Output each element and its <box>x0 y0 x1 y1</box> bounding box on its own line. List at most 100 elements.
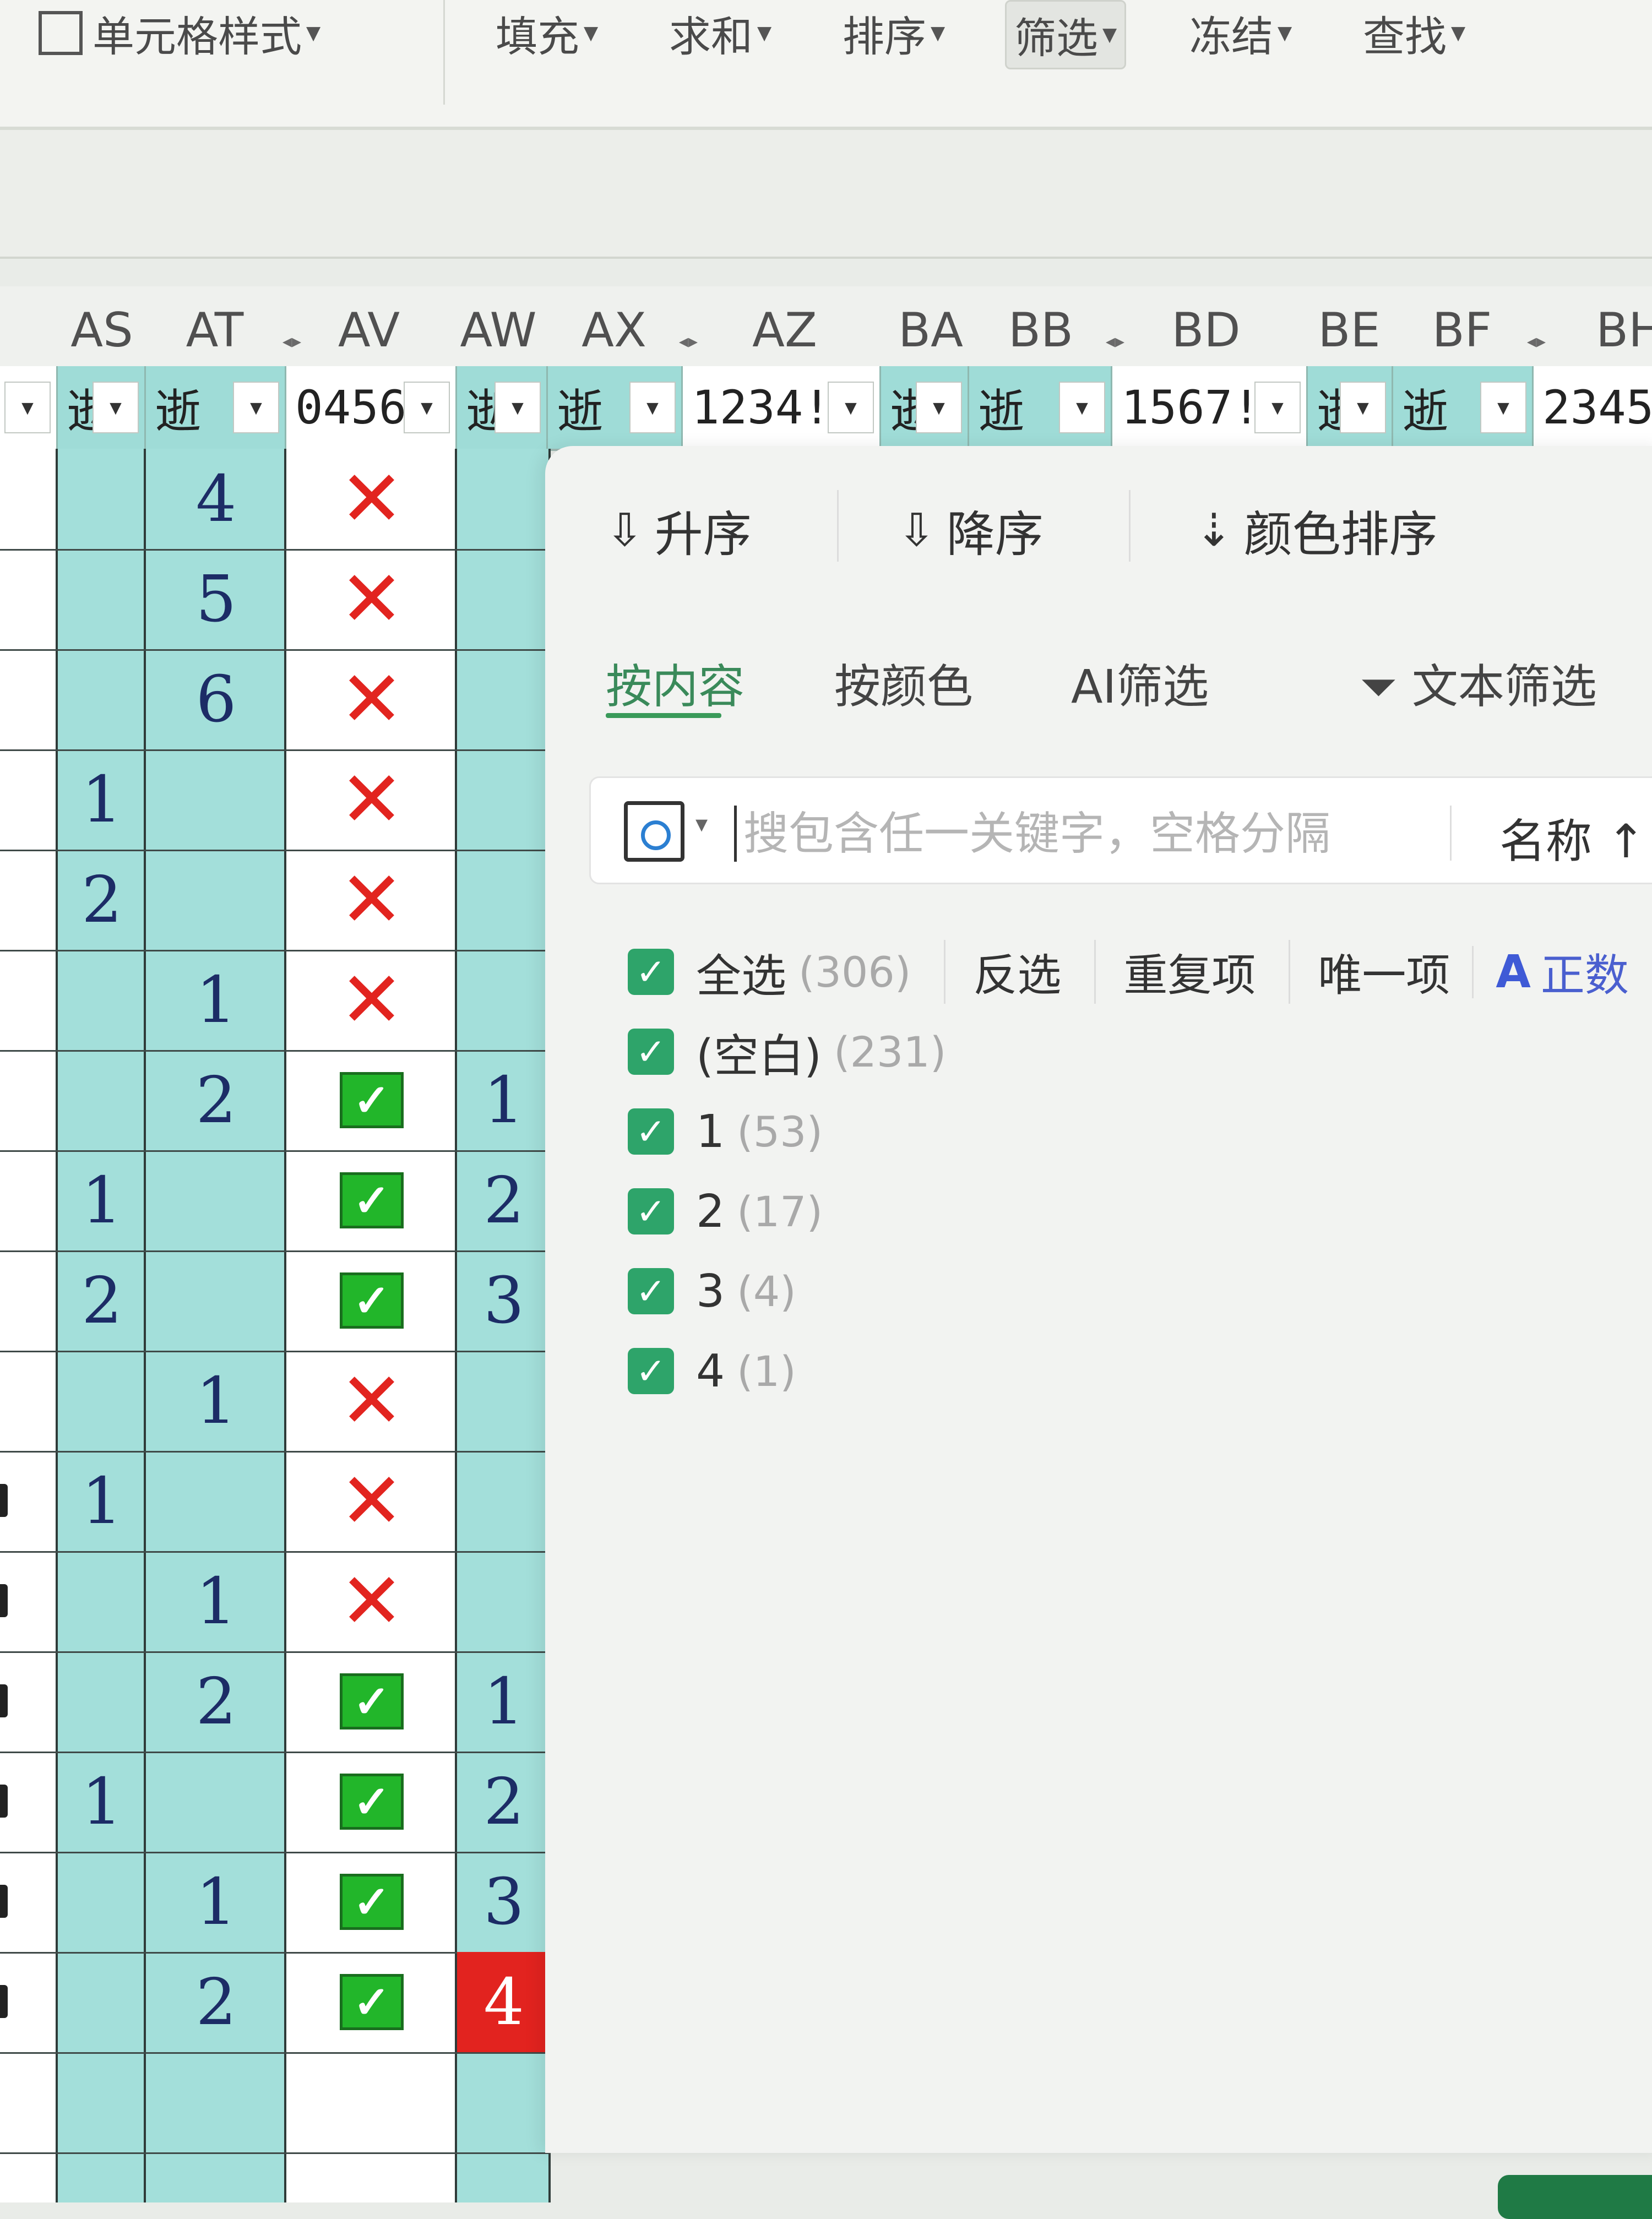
filter-dropdown-icon[interactable]: ▼ <box>1480 382 1526 433</box>
grid-cell-at[interactable]: 1 <box>146 1551 286 1651</box>
sum-button[interactable]: 求和 ▼ <box>669 0 771 66</box>
filter-dropdown-icon[interactable]: ▼ <box>4 382 51 433</box>
grid-cell-av[interactable]: ✕ <box>286 1351 457 1451</box>
grid-cell-at[interactable]: 1 <box>146 950 286 1050</box>
column-header[interactable]: BB <box>1008 303 1073 358</box>
list-item[interactable]: ✓ 2 (17) <box>628 1181 823 1242</box>
filter-dropdown-icon[interactable]: ▼ <box>1059 382 1105 433</box>
grid-cell-as[interactable] <box>58 549 146 649</box>
grid-cell-as[interactable]: 2 <box>58 1250 146 1351</box>
column-resize-icon[interactable]: ◂▸ <box>679 330 698 352</box>
tab-by-color[interactable]: 按颜色 <box>834 650 973 716</box>
grid-cell-av[interactable]: ✓ <box>286 1852 457 1952</box>
grid-cell-as[interactable] <box>58 449 146 549</box>
grid-cell-as[interactable] <box>58 1952 146 2052</box>
duplicates-button[interactable]: 重复项 <box>1094 940 1256 1004</box>
filter-cell[interactable]: 逝 ▼ <box>1393 366 1534 449</box>
grid-cell-aw[interactable]: 2 <box>457 1752 551 1852</box>
grid-cell-av[interactable]: ✕ <box>286 449 457 549</box>
grid-cell-av[interactable]: ✕ <box>286 950 457 1050</box>
grid-cell-av[interactable]: ✕ <box>286 649 457 749</box>
grid-cell-as[interactable] <box>58 1050 146 1150</box>
column-header[interactable]: BH <box>1596 303 1652 358</box>
grid-cell-av[interactable]: ✓ <box>286 1651 457 1752</box>
grid-cell-as[interactable] <box>58 2052 146 2152</box>
grid-cell-at[interactable]: 1 <box>146 1351 286 1451</box>
grid-cell-at[interactable]: 5 <box>146 549 286 649</box>
grid-cell-aw[interactable]: 1 <box>457 1651 551 1752</box>
column-header[interactable]: AV <box>338 303 400 358</box>
grid-cell-as[interactable] <box>58 1351 146 1451</box>
grid-cell-aw[interactable] <box>457 1451 551 1551</box>
color-sort-button[interactable]: ⇣ 颜色排序 <box>1195 496 1438 565</box>
grid-cell-at[interactable] <box>146 1150 286 1250</box>
grid-cell-av[interactable]: ✓ <box>286 1952 457 2052</box>
column-resize-icon[interactable]: ◂▸ <box>282 330 301 352</box>
checkbox-checked-icon[interactable]: ✓ <box>628 1108 674 1155</box>
grid-cell-as[interactable] <box>58 950 146 1050</box>
grid-cell-aw[interactable]: 3 <box>457 1250 551 1351</box>
filter-cell[interactable]: 逝 ▼ <box>146 366 286 449</box>
grid-cell-aw[interactable] <box>457 549 551 649</box>
grid-cell-aw[interactable] <box>457 449 551 549</box>
filter-cell[interactable]: 逝 ▼ <box>457 366 548 449</box>
grid-cell-as[interactable]: 1 <box>58 749 146 850</box>
grid-cell-at[interactable] <box>146 850 286 950</box>
grid-cell-av[interactable]: ✕ <box>286 850 457 950</box>
grid-cell-aw[interactable] <box>457 1351 551 1451</box>
column-resize-icon[interactable]: ◂▸ <box>1527 330 1546 352</box>
column-header[interactable]: AZ <box>752 303 817 358</box>
checkbox-checked-icon[interactable]: ✓ <box>628 1188 674 1234</box>
filter-dropdown-icon[interactable]: ▼ <box>916 382 962 433</box>
grid-cell-aw[interactable]: 2 <box>457 1150 551 1250</box>
checkbox-checked-icon[interactable]: ✓ <box>628 1348 674 1394</box>
filter-cell[interactable]: 逝 ▼ <box>969 366 1112 449</box>
filter-cell[interactable]: 1567! ▼ <box>1112 366 1308 449</box>
grid-cell-as[interactable] <box>58 1852 146 1952</box>
grid-cell-aw[interactable]: 3 <box>457 1852 551 1952</box>
filter-cell[interactable]: 逝 ▼ <box>1308 366 1393 449</box>
filter-dropdown-icon[interactable]: ▼ <box>1340 382 1386 433</box>
grid-cell-av[interactable]: ✓ <box>286 1150 457 1250</box>
grid-cell-aw[interactable] <box>457 850 551 950</box>
grid-cell-as[interactable]: 1 <box>58 1150 146 1250</box>
checkbox-checked-icon[interactable]: ✓ <box>628 949 674 995</box>
column-header[interactable]: BE <box>1318 303 1380 358</box>
grid-cell-at[interactable]: 2 <box>146 1651 286 1752</box>
grid-cell-aw[interactable]: 1 <box>457 1050 551 1150</box>
filter-dropdown-icon[interactable]: ▼ <box>828 382 874 433</box>
filter-cell[interactable]: ▼ <box>0 366 58 449</box>
column-header[interactable]: BF <box>1432 303 1492 358</box>
grid-cell-as[interactable]: 1 <box>58 1451 146 1551</box>
grid-cell-aw[interactable] <box>457 649 551 749</box>
grid-cell-av[interactable]: ✕ <box>286 749 457 850</box>
column-resize-icon[interactable]: ◂▸ <box>1106 330 1124 352</box>
grid-cell-at[interactable]: 6 <box>146 649 286 749</box>
list-item[interactable]: ✓ 1 (53) <box>628 1101 823 1162</box>
column-header[interactable]: BA <box>898 303 963 358</box>
grid-cell-at[interactable]: 4 <box>146 449 286 549</box>
list-item[interactable]: ✓ 4 (1) <box>628 1341 796 1401</box>
grid-cell-av[interactable]: ✕ <box>286 549 457 649</box>
sort-descending-button[interactable]: ⇩ 降序 <box>898 496 1044 565</box>
tab-by-content[interactable]: 按内容 <box>606 650 745 716</box>
sort-ascending-button[interactable]: ⇩ 升序 <box>606 496 752 565</box>
filter-button[interactable]: 筛选 ▼ <box>1005 0 1127 69</box>
grid-cell-av[interactable] <box>286 2052 457 2152</box>
grid-cell-av[interactable]: ✓ <box>286 1752 457 1852</box>
grid-cell-av[interactable]: ✓ <box>286 1250 457 1351</box>
column-header[interactable]: AW <box>460 303 536 358</box>
column-header[interactable]: AS <box>70 303 133 358</box>
name-sort-toggle[interactable]: 名称 ↑ <box>1499 804 1645 871</box>
column-header[interactable]: AX <box>582 303 646 358</box>
filter-cell[interactable]: 逝 ▼ <box>881 366 969 449</box>
grid-cell-at[interactable] <box>146 1250 286 1351</box>
list-item[interactable]: ✓ 3 (4) <box>628 1261 796 1321</box>
grid-cell-at[interactable] <box>146 1752 286 1852</box>
invert-selection-button[interactable]: 反选 <box>944 940 1061 1004</box>
fill-button[interactable]: 填充 ▼ <box>496 0 598 66</box>
grid-cell-aw[interactable]: 4 <box>457 1952 551 2052</box>
grid-cell-at[interactable] <box>146 1451 286 1551</box>
grid-cell-at[interactable] <box>146 749 286 850</box>
grid-cell-av[interactable]: ✕ <box>286 1551 457 1651</box>
